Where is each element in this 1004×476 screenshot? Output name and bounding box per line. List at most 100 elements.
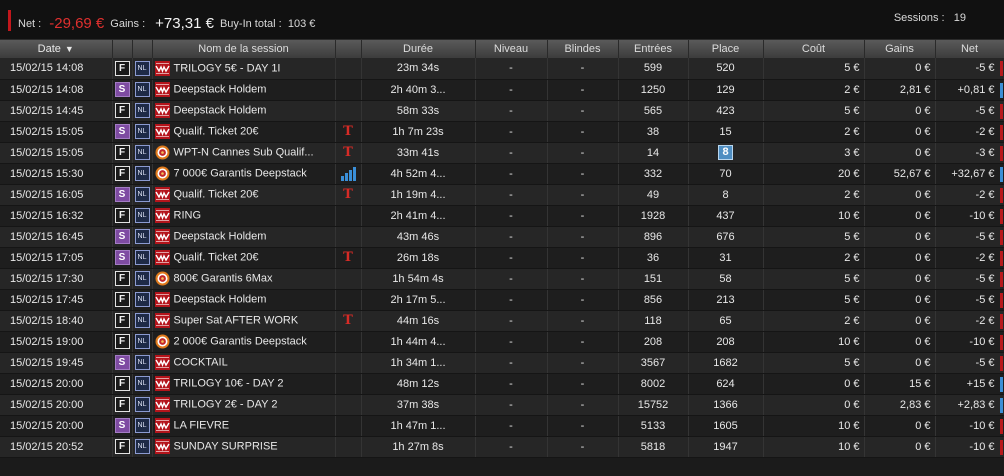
net-value: -10 € bbox=[969, 335, 995, 348]
sitgo-type-badge: S bbox=[114, 124, 130, 139]
place-highlight-badge: 8 bbox=[718, 145, 733, 160]
col-header-type[interactable] bbox=[112, 40, 133, 58]
cout-cell: 10 € bbox=[763, 415, 865, 437]
col-header-marker[interactable] bbox=[335, 40, 362, 58]
table-row[interactable]: 15/02/15 20:00 F NL TRILOGY 10€ - DAY 2 48m … bbox=[0, 373, 1004, 395]
table-row[interactable]: 15/02/15 19:00 F NL 2 000€ Garantis Deepsta… bbox=[0, 331, 1004, 353]
negative-result-marker bbox=[999, 187, 1003, 203]
session-name-cell[interactable]: LA FIEVRE bbox=[152, 415, 336, 437]
place-cell: 1605 bbox=[688, 415, 764, 437]
type-cell: F bbox=[112, 268, 133, 290]
net-cell: -10 € bbox=[935, 331, 1004, 353]
date-cell: 15/02/15 16:45 bbox=[0, 226, 113, 248]
tournament-type-badge: F bbox=[114, 166, 130, 181]
session-name-cell[interactable]: COCKTAIL bbox=[152, 352, 336, 374]
niveau-cell: - bbox=[475, 205, 548, 227]
col-header-entrees[interactable]: Entrées bbox=[618, 40, 689, 58]
session-name-cell[interactable]: Super Sat AFTER WORK bbox=[152, 310, 336, 332]
session-name-cell[interactable]: Deepstack Holdem bbox=[152, 289, 336, 311]
session-name-cell[interactable]: 2 000€ Garantis Deepstack bbox=[152, 331, 336, 353]
session-name-cell[interactable]: Deepstack Holdem bbox=[152, 100, 336, 122]
session-name-cell[interactable]: SUNDAY SURPRISE bbox=[152, 436, 336, 458]
col-header-niveau[interactable]: Niveau bbox=[475, 40, 548, 58]
table-row[interactable]: 15/02/15 20:00 F NL TRILOGY 2€ - DAY 2 37m 3… bbox=[0, 394, 1004, 416]
session-name-cell[interactable]: WPT-N Cannes Sub Qualif... bbox=[152, 142, 336, 164]
col-header-game[interactable] bbox=[132, 40, 153, 58]
table-row[interactable]: 15/02/15 18:40 F NL Super Sat AFTER WORK T 44… bbox=[0, 310, 1004, 332]
gains-cell: 52,67 € bbox=[864, 163, 936, 185]
duree-cell: 48m 12s bbox=[361, 373, 476, 395]
cout-cell: 2 € bbox=[763, 247, 865, 269]
table-row[interactable]: 15/02/15 17:05 S NL Qualif. Ticket 20€ T 26m … bbox=[0, 247, 1004, 269]
date-cell: 15/02/15 16:32 bbox=[0, 205, 113, 227]
table-row[interactable]: 15/02/15 15:30 F NL 7 000€ Garantis Deepsta… bbox=[0, 163, 1004, 185]
table-row[interactable]: 15/02/15 14:08 S NL Deepstack Holdem 2h 40m … bbox=[0, 79, 1004, 101]
nolimit-badge: NL bbox=[134, 334, 150, 349]
winamax-logo-icon bbox=[154, 60, 170, 76]
game-cell: NL bbox=[132, 163, 153, 185]
col-header-cout[interactable]: Coût bbox=[763, 40, 865, 58]
niveau-cell: - bbox=[475, 415, 548, 437]
table-row[interactable]: 15/02/15 16:45 S NL Deepstack Holdem 43m 46s… bbox=[0, 226, 1004, 248]
session-name-cell[interactable]: RING bbox=[152, 205, 336, 227]
table-row[interactable]: 15/02/15 15:05 S NL Qualif. Ticket 20€ T 1h 7… bbox=[0, 121, 1004, 143]
bar-chart-icon[interactable] bbox=[340, 166, 356, 181]
place-cell: 1366 bbox=[688, 394, 764, 416]
negative-result-marker bbox=[999, 292, 1003, 308]
col-header-net[interactable]: Net bbox=[935, 40, 1004, 58]
col-header-duree[interactable]: Durée bbox=[361, 40, 476, 58]
session-name-cell[interactable]: 7 000€ Garantis Deepstack bbox=[152, 163, 336, 185]
cout-cell: 0 € bbox=[763, 394, 865, 416]
marker-cell bbox=[335, 100, 362, 122]
poker-chip-icon bbox=[155, 145, 169, 160]
winamax-logo-icon bbox=[154, 124, 170, 139]
negative-result-marker bbox=[999, 250, 1003, 266]
col-header-blindes[interactable]: Blindes bbox=[547, 40, 619, 58]
table-row[interactable]: 15/02/15 14:08 F NL TRILOGY 5€ - DAY 1I 23m … bbox=[0, 58, 1004, 80]
place-cell: 70 bbox=[688, 163, 764, 185]
blindes-cell: - bbox=[547, 247, 619, 269]
duree-cell: 1h 34m 1... bbox=[361, 352, 476, 374]
place-cell: 65 bbox=[688, 310, 764, 332]
table-row[interactable]: 15/02/15 15:05 F NL WPT-N Cannes Sub Qualif… bbox=[0, 142, 1004, 164]
session-name-cell[interactable]: TRILOGY 10€ - DAY 2 bbox=[152, 373, 336, 395]
session-name-cell[interactable]: Qualif. Ticket 20€ bbox=[152, 247, 336, 269]
col-header-place[interactable]: Place bbox=[688, 40, 764, 58]
date-cell: 15/02/15 20:00 bbox=[0, 373, 113, 395]
table-row[interactable]: 15/02/15 16:32 F NL RING 2h 41m 4... - -1928 43… bbox=[0, 205, 1004, 227]
session-name-cell[interactable]: 800€ Garantis 6Max bbox=[152, 268, 336, 290]
niveau-cell: - bbox=[475, 58, 548, 80]
col-header-name[interactable]: Nom de la session bbox=[152, 40, 336, 58]
table-row[interactable]: 15/02/15 20:00 S NL LA FIEVRE 1h 47m 1... - -5… bbox=[0, 415, 1004, 437]
table-row[interactable]: 15/02/15 19:45 S NL COCKTAIL 1h 34m 1... - -35… bbox=[0, 352, 1004, 374]
negative-result-marker bbox=[999, 229, 1003, 245]
session-name-cell[interactable]: Qualif. Ticket 20€ bbox=[152, 184, 336, 206]
session-name-cell[interactable]: TRILOGY 5€ - DAY 1I bbox=[152, 58, 336, 80]
duree-cell: 1h 54m 4s bbox=[361, 268, 476, 290]
session-name-cell[interactable]: Deepstack Holdem bbox=[152, 79, 336, 101]
table-row[interactable]: 15/02/15 20:52 F NL SUNDAY SURPRISE 1h 27m 8… bbox=[0, 436, 1004, 458]
sessions-table: Date ▼ Nom de la session Durée Niveau Bli… bbox=[0, 40, 1004, 458]
session-name-cell[interactable]: TRILOGY 2€ - DAY 2 bbox=[152, 394, 336, 416]
net-value: -5 € bbox=[975, 272, 995, 285]
date-cell: 15/02/15 15:05 bbox=[0, 121, 113, 143]
table-row[interactable]: 15/02/15 17:30 F NL 800€ Garantis 6Max 1h 54… bbox=[0, 268, 1004, 290]
game-cell: NL bbox=[132, 142, 153, 164]
session-name-cell[interactable]: Qualif. Ticket 20€ bbox=[152, 121, 336, 143]
summary-line: Net : -29,69 € Gains : +73,31 € Buy-In total… bbox=[18, 14, 315, 32]
poker-chip-icon bbox=[155, 334, 169, 349]
game-cell: NL bbox=[132, 100, 153, 122]
table-row[interactable]: 15/02/15 16:05 S NL Qualif. Ticket 20€ T 1h 1… bbox=[0, 184, 1004, 206]
table-row[interactable]: 15/02/15 14:45 F NL Deepstack Holdem 58m 33s… bbox=[0, 100, 1004, 122]
session-name-cell[interactable]: Deepstack Holdem bbox=[152, 226, 336, 248]
blindes-cell: - bbox=[547, 415, 619, 437]
col-header-date[interactable]: Date ▼ bbox=[0, 40, 113, 58]
col-header-gains[interactable]: Gains bbox=[864, 40, 936, 58]
ticket-icon: T bbox=[343, 145, 353, 160]
date-cell: 15/02/15 19:45 bbox=[0, 352, 113, 374]
table-row[interactable]: 15/02/15 17:45 F NL Deepstack Holdem 2h 17m … bbox=[0, 289, 1004, 311]
game-cell: NL bbox=[132, 79, 153, 101]
tournament-type-badge: F bbox=[114, 145, 130, 160]
negative-result-marker bbox=[999, 418, 1003, 434]
net-value: -2 € bbox=[975, 125, 995, 138]
